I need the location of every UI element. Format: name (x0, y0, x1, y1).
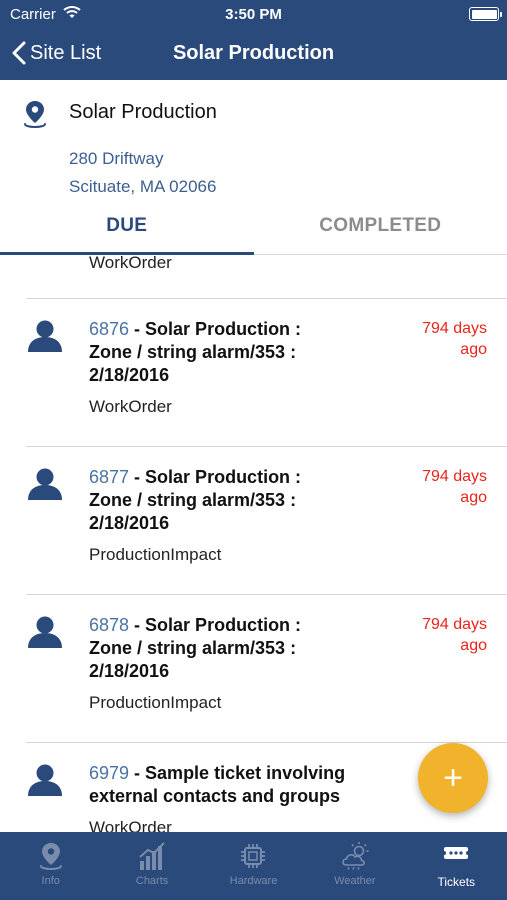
ticket-id-link[interactable]: 6876 (89, 319, 129, 339)
ticket-row[interactable]: 6877 - Solar Production : Zone / string … (0, 446, 507, 594)
ticket-row[interactable]: 6878 - Solar Production : Zone / string … (0, 594, 507, 742)
location-pin-icon (24, 101, 46, 128)
ticket-id-link[interactable]: 6979 (89, 763, 129, 783)
tabbar-label: Tickets (437, 875, 476, 889)
bottom-tab-bar: Info Charts Hardware Weather Tickets (0, 832, 507, 900)
ticket-type: ProductionImpact (89, 693, 222, 712)
app-header: Carrier 3:50 PM Site List Solar Producti… (0, 0, 507, 80)
cloud-sun-icon (342, 842, 369, 870)
tabbar-item-info[interactable]: Info (0, 832, 101, 900)
status-time: 3:50 PM (225, 6, 282, 23)
ticket-type-partial: WorkOrder (89, 255, 172, 272)
tab-due[interactable]: DUE (0, 215, 254, 237)
ticket-age-value: 794 days (422, 468, 487, 485)
tabbar-label: Charts (135, 875, 169, 887)
ticket-icon (444, 847, 469, 859)
site-info: Solar Production 280 Driftway Scituate, … (0, 80, 507, 200)
ticket-age-value: 794 days (422, 616, 487, 633)
ticket-row[interactable]: 6876 - Solar Production : Zone / string … (0, 298, 507, 446)
row-divider (26, 594, 507, 595)
row-divider (26, 742, 507, 743)
ticket-list[interactable]: WorkOrder 6876 - Solar Production : Zone… (0, 255, 507, 832)
tabbar-label: Hardware (229, 875, 278, 887)
navigation-bar: Site List Solar Production (0, 30, 507, 76)
ticket-type: WorkOrder (89, 818, 172, 832)
tabbar-label: Weather (334, 875, 376, 887)
ticket-title: 6878 - Solar Production : Zone / string … (89, 614, 339, 683)
page-title: Solar Production (172, 42, 335, 64)
ticket-type: ProductionImpact (89, 545, 222, 564)
bar-chart-icon (139, 842, 165, 870)
tabbar-item-charts[interactable]: Charts (101, 832, 202, 900)
person-icon (28, 764, 62, 796)
ticket-id-link[interactable]: 6878 (89, 615, 129, 635)
site-address-line2[interactable]: Scituate, MA 02066 (69, 177, 216, 197)
tabbar-item-weather[interactable]: Weather (304, 832, 405, 900)
ticket-title: 6979 - Sample ticket involving external … (89, 762, 379, 808)
battery-icon (469, 7, 502, 21)
ticket-tabs: DUE COMPLETED (0, 200, 507, 255)
ticket-age-suffix: ago (460, 341, 487, 358)
status-bar: Carrier 3:50 PM (0, 0, 507, 28)
map-pin-icon (39, 843, 62, 870)
tabbar-item-hardware[interactable]: Hardware (203, 832, 304, 900)
site-address-line1[interactable]: 280 Driftway (69, 149, 163, 169)
tab-completed[interactable]: COMPLETED (254, 215, 507, 237)
ticket-type: WorkOrder (89, 397, 172, 416)
row-divider (26, 446, 507, 447)
ticket-age: 794 days ago (397, 466, 487, 508)
ticket-id-link[interactable]: 6877 (89, 467, 129, 487)
tabbar-label: Info (41, 875, 60, 887)
ticket-age: 794 days ago (397, 318, 487, 360)
tabbar-item-tickets[interactable]: Tickets (406, 832, 507, 900)
ticket-age-suffix: ago (460, 489, 487, 506)
row-divider (26, 298, 507, 299)
ticket-title: 6877 - Solar Production : Zone / string … (89, 466, 339, 535)
add-ticket-button[interactable]: + (418, 743, 488, 813)
site-name: Solar Production (69, 101, 217, 123)
ticket-age-suffix: ago (460, 637, 487, 654)
person-icon (28, 468, 62, 500)
ticket-title: 6876 - Solar Production : Zone / string … (89, 318, 339, 387)
person-icon (28, 616, 62, 648)
chip-icon (241, 844, 266, 868)
person-icon (28, 320, 62, 352)
ticket-age-value: 794 days (422, 320, 487, 337)
ticket-age: 794 days ago (397, 614, 487, 656)
